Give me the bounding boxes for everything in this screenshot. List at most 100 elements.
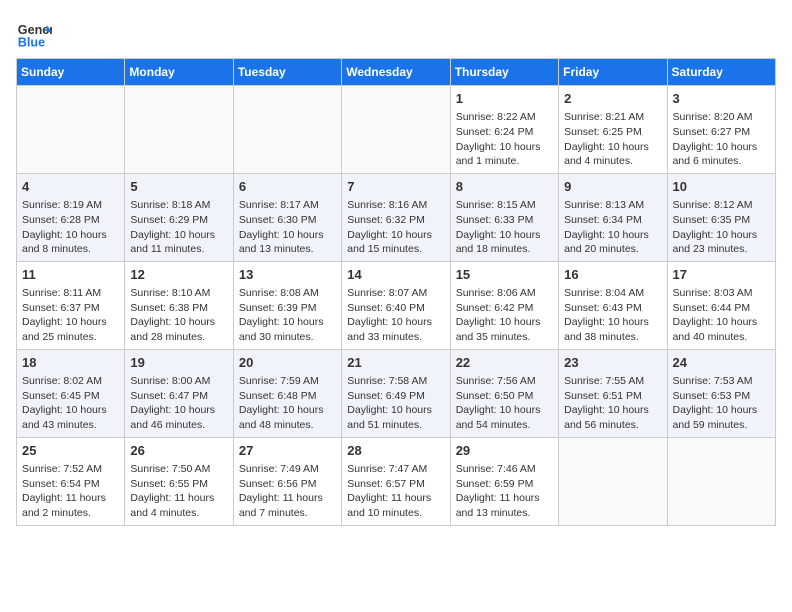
day-info: Sunrise: 8:18 AM Sunset: 6:29 PM Dayligh… [130, 198, 227, 257]
calendar-cell: 17 Sunrise: 8:03 AM Sunset: 6:44 PM Dayli… [667, 261, 775, 349]
calendar-cell: 22Sunrise: 7:56 AM Sunset: 6:50 PM Dayli… [450, 349, 558, 437]
day-info: Sunrise: 8:22 AM Sunset: 6:24 PM Dayligh… [456, 110, 553, 169]
day-info: Sunrise: 8:11 AM Sunset: 6:37 PM Dayligh… [22, 286, 119, 345]
calendar-cell: 10 Sunrise: 8:12 AM Sunset: 6:35 PM Dayli… [667, 173, 775, 261]
week-row-4: 18Sunrise: 8:02 AM Sunset: 6:45 PM Dayli… [17, 349, 776, 437]
day-info: Sunrise: 7:46 AM Sunset: 6:59 PM Dayligh… [456, 462, 553, 521]
calendar-cell: 1 Sunrise: 8:22 AM Sunset: 6:24 PM Daylig… [450, 86, 558, 174]
day-number: 21 [347, 354, 444, 372]
day-number: 17 [673, 266, 770, 284]
day-info: Sunrise: 8:10 AM Sunset: 6:38 PM Dayligh… [130, 286, 227, 345]
calendar-cell: 18Sunrise: 8:02 AM Sunset: 6:45 PM Dayli… [17, 349, 125, 437]
calendar-cell: 19 Sunrise: 8:00 AM Sunset: 6:47 PM Dayli… [125, 349, 233, 437]
day-number: 8 [456, 178, 553, 196]
week-row-5: 25Sunrise: 7:52 AM Sunset: 6:54 PM Dayli… [17, 437, 776, 525]
day-info: Sunrise: 7:47 AM Sunset: 6:57 PM Dayligh… [347, 462, 444, 521]
day-number: 11 [22, 266, 119, 284]
day-number: 1 [456, 90, 553, 108]
day-info: Sunrise: 8:21 AM Sunset: 6:25 PM Dayligh… [564, 110, 661, 169]
calendar-header-row: SundayMondayTuesdayWednesdayThursdayFrid… [17, 59, 776, 86]
week-row-3: 11 Sunrise: 8:11 AM Sunset: 6:37 PM Dayli… [17, 261, 776, 349]
day-info: Sunrise: 8:15 AM Sunset: 6:33 PM Dayligh… [456, 198, 553, 257]
day-number: 2 [564, 90, 661, 108]
day-info: Sunrise: 8:20 AM Sunset: 6:27 PM Dayligh… [673, 110, 770, 169]
col-header-tuesday: Tuesday [233, 59, 341, 86]
day-info: Sunrise: 8:16 AM Sunset: 6:32 PM Dayligh… [347, 198, 444, 257]
day-info: Sunrise: 8:00 AM Sunset: 6:47 PM Dayligh… [130, 374, 227, 433]
calendar-cell: 9 Sunrise: 8:13 AM Sunset: 6:34 PM Daylig… [559, 173, 667, 261]
day-number: 12 [130, 266, 227, 284]
day-number: 15 [456, 266, 553, 284]
day-number: 24 [673, 354, 770, 372]
day-info: Sunrise: 8:07 AM Sunset: 6:40 PM Dayligh… [347, 286, 444, 345]
svg-text:Blue: Blue [18, 36, 45, 50]
day-info: Sunrise: 7:59 AM Sunset: 6:48 PM Dayligh… [239, 374, 336, 433]
calendar-cell: 29 Sunrise: 7:46 AM Sunset: 6:59 PM Dayli… [450, 437, 558, 525]
calendar-cell: 11 Sunrise: 8:11 AM Sunset: 6:37 PM Dayli… [17, 261, 125, 349]
calendar-cell: 28Sunrise: 7:47 AM Sunset: 6:57 PM Dayli… [342, 437, 450, 525]
calendar-cell: 27 Sunrise: 7:49 AM Sunset: 6:56 PM Dayli… [233, 437, 341, 525]
day-number: 9 [564, 178, 661, 196]
col-header-friday: Friday [559, 59, 667, 86]
calendar-cell: 21 Sunrise: 7:58 AM Sunset: 6:49 PM Dayli… [342, 349, 450, 437]
calendar-cell: 5 Sunrise: 8:18 AM Sunset: 6:29 PM Daylig… [125, 173, 233, 261]
day-number: 27 [239, 442, 336, 460]
day-info: Sunrise: 7:55 AM Sunset: 6:51 PM Dayligh… [564, 374, 661, 433]
calendar-table: SundayMondayTuesdayWednesdayThursdayFrid… [16, 58, 776, 526]
col-header-saturday: Saturday [667, 59, 775, 86]
day-info: Sunrise: 8:06 AM Sunset: 6:42 PM Dayligh… [456, 286, 553, 345]
calendar-cell [559, 437, 667, 525]
day-info: Sunrise: 7:53 AM Sunset: 6:53 PM Dayligh… [673, 374, 770, 433]
calendar-cell: 8 Sunrise: 8:15 AM Sunset: 6:33 PM Daylig… [450, 173, 558, 261]
calendar-cell: 3 Sunrise: 8:20 AM Sunset: 6:27 PM Daylig… [667, 86, 775, 174]
calendar-cell: 12 Sunrise: 8:10 AM Sunset: 6:38 PM Dayli… [125, 261, 233, 349]
col-header-monday: Monday [125, 59, 233, 86]
day-number: 16 [564, 266, 661, 284]
day-info: Sunrise: 7:49 AM Sunset: 6:56 PM Dayligh… [239, 462, 336, 521]
day-info: Sunrise: 8:02 AM Sunset: 6:45 PM Dayligh… [22, 374, 119, 433]
col-header-sunday: Sunday [17, 59, 125, 86]
day-number: 25 [22, 442, 119, 460]
calendar-cell: 24 Sunrise: 7:53 AM Sunset: 6:53 PM Dayli… [667, 349, 775, 437]
week-row-1: 1 Sunrise: 8:22 AM Sunset: 6:24 PM Daylig… [17, 86, 776, 174]
day-number: 3 [673, 90, 770, 108]
calendar-cell: 15 Sunrise: 8:06 AM Sunset: 6:42 PM Dayli… [450, 261, 558, 349]
day-number: 10 [673, 178, 770, 196]
day-number: 26 [130, 442, 227, 460]
day-number: 7 [347, 178, 444, 196]
page-header: General Blue [16, 16, 776, 52]
calendar-cell: 2 Sunrise: 8:21 AM Sunset: 6:25 PM Daylig… [559, 86, 667, 174]
day-info: Sunrise: 8:04 AM Sunset: 6:43 PM Dayligh… [564, 286, 661, 345]
day-number: 19 [130, 354, 227, 372]
logo: General Blue [16, 16, 52, 52]
calendar-cell: 14Sunrise: 8:07 AM Sunset: 6:40 PM Dayli… [342, 261, 450, 349]
calendar-cell: 6 Sunrise: 8:17 AM Sunset: 6:30 PM Daylig… [233, 173, 341, 261]
day-number: 6 [239, 178, 336, 196]
day-info: Sunrise: 7:58 AM Sunset: 6:49 PM Dayligh… [347, 374, 444, 433]
day-number: 29 [456, 442, 553, 460]
calendar-cell [233, 86, 341, 174]
week-row-2: 4 Sunrise: 8:19 AM Sunset: 6:28 PM Daylig… [17, 173, 776, 261]
day-info: Sunrise: 7:56 AM Sunset: 6:50 PM Dayligh… [456, 374, 553, 433]
logo-icon: General Blue [16, 16, 52, 52]
day-info: Sunrise: 8:19 AM Sunset: 6:28 PM Dayligh… [22, 198, 119, 257]
day-number: 20 [239, 354, 336, 372]
day-number: 4 [22, 178, 119, 196]
day-info: Sunrise: 7:50 AM Sunset: 6:55 PM Dayligh… [130, 462, 227, 521]
day-info: Sunrise: 8:12 AM Sunset: 6:35 PM Dayligh… [673, 198, 770, 257]
day-number: 5 [130, 178, 227, 196]
calendar-cell [125, 86, 233, 174]
calendar-cell: 4 Sunrise: 8:19 AM Sunset: 6:28 PM Daylig… [17, 173, 125, 261]
day-info: Sunrise: 8:03 AM Sunset: 6:44 PM Dayligh… [673, 286, 770, 345]
day-number: 13 [239, 266, 336, 284]
calendar-cell [342, 86, 450, 174]
day-number: 23 [564, 354, 661, 372]
calendar-cell [667, 437, 775, 525]
col-header-thursday: Thursday [450, 59, 558, 86]
calendar-cell: 7 Sunrise: 8:16 AM Sunset: 6:32 PM Daylig… [342, 173, 450, 261]
day-info: Sunrise: 8:13 AM Sunset: 6:34 PM Dayligh… [564, 198, 661, 257]
calendar-cell: 25Sunrise: 7:52 AM Sunset: 6:54 PM Dayli… [17, 437, 125, 525]
calendar-cell: 26 Sunrise: 7:50 AM Sunset: 6:55 PM Dayli… [125, 437, 233, 525]
day-info: Sunrise: 8:17 AM Sunset: 6:30 PM Dayligh… [239, 198, 336, 257]
calendar-cell: 13Sunrise: 8:08 AM Sunset: 6:39 PM Dayli… [233, 261, 341, 349]
